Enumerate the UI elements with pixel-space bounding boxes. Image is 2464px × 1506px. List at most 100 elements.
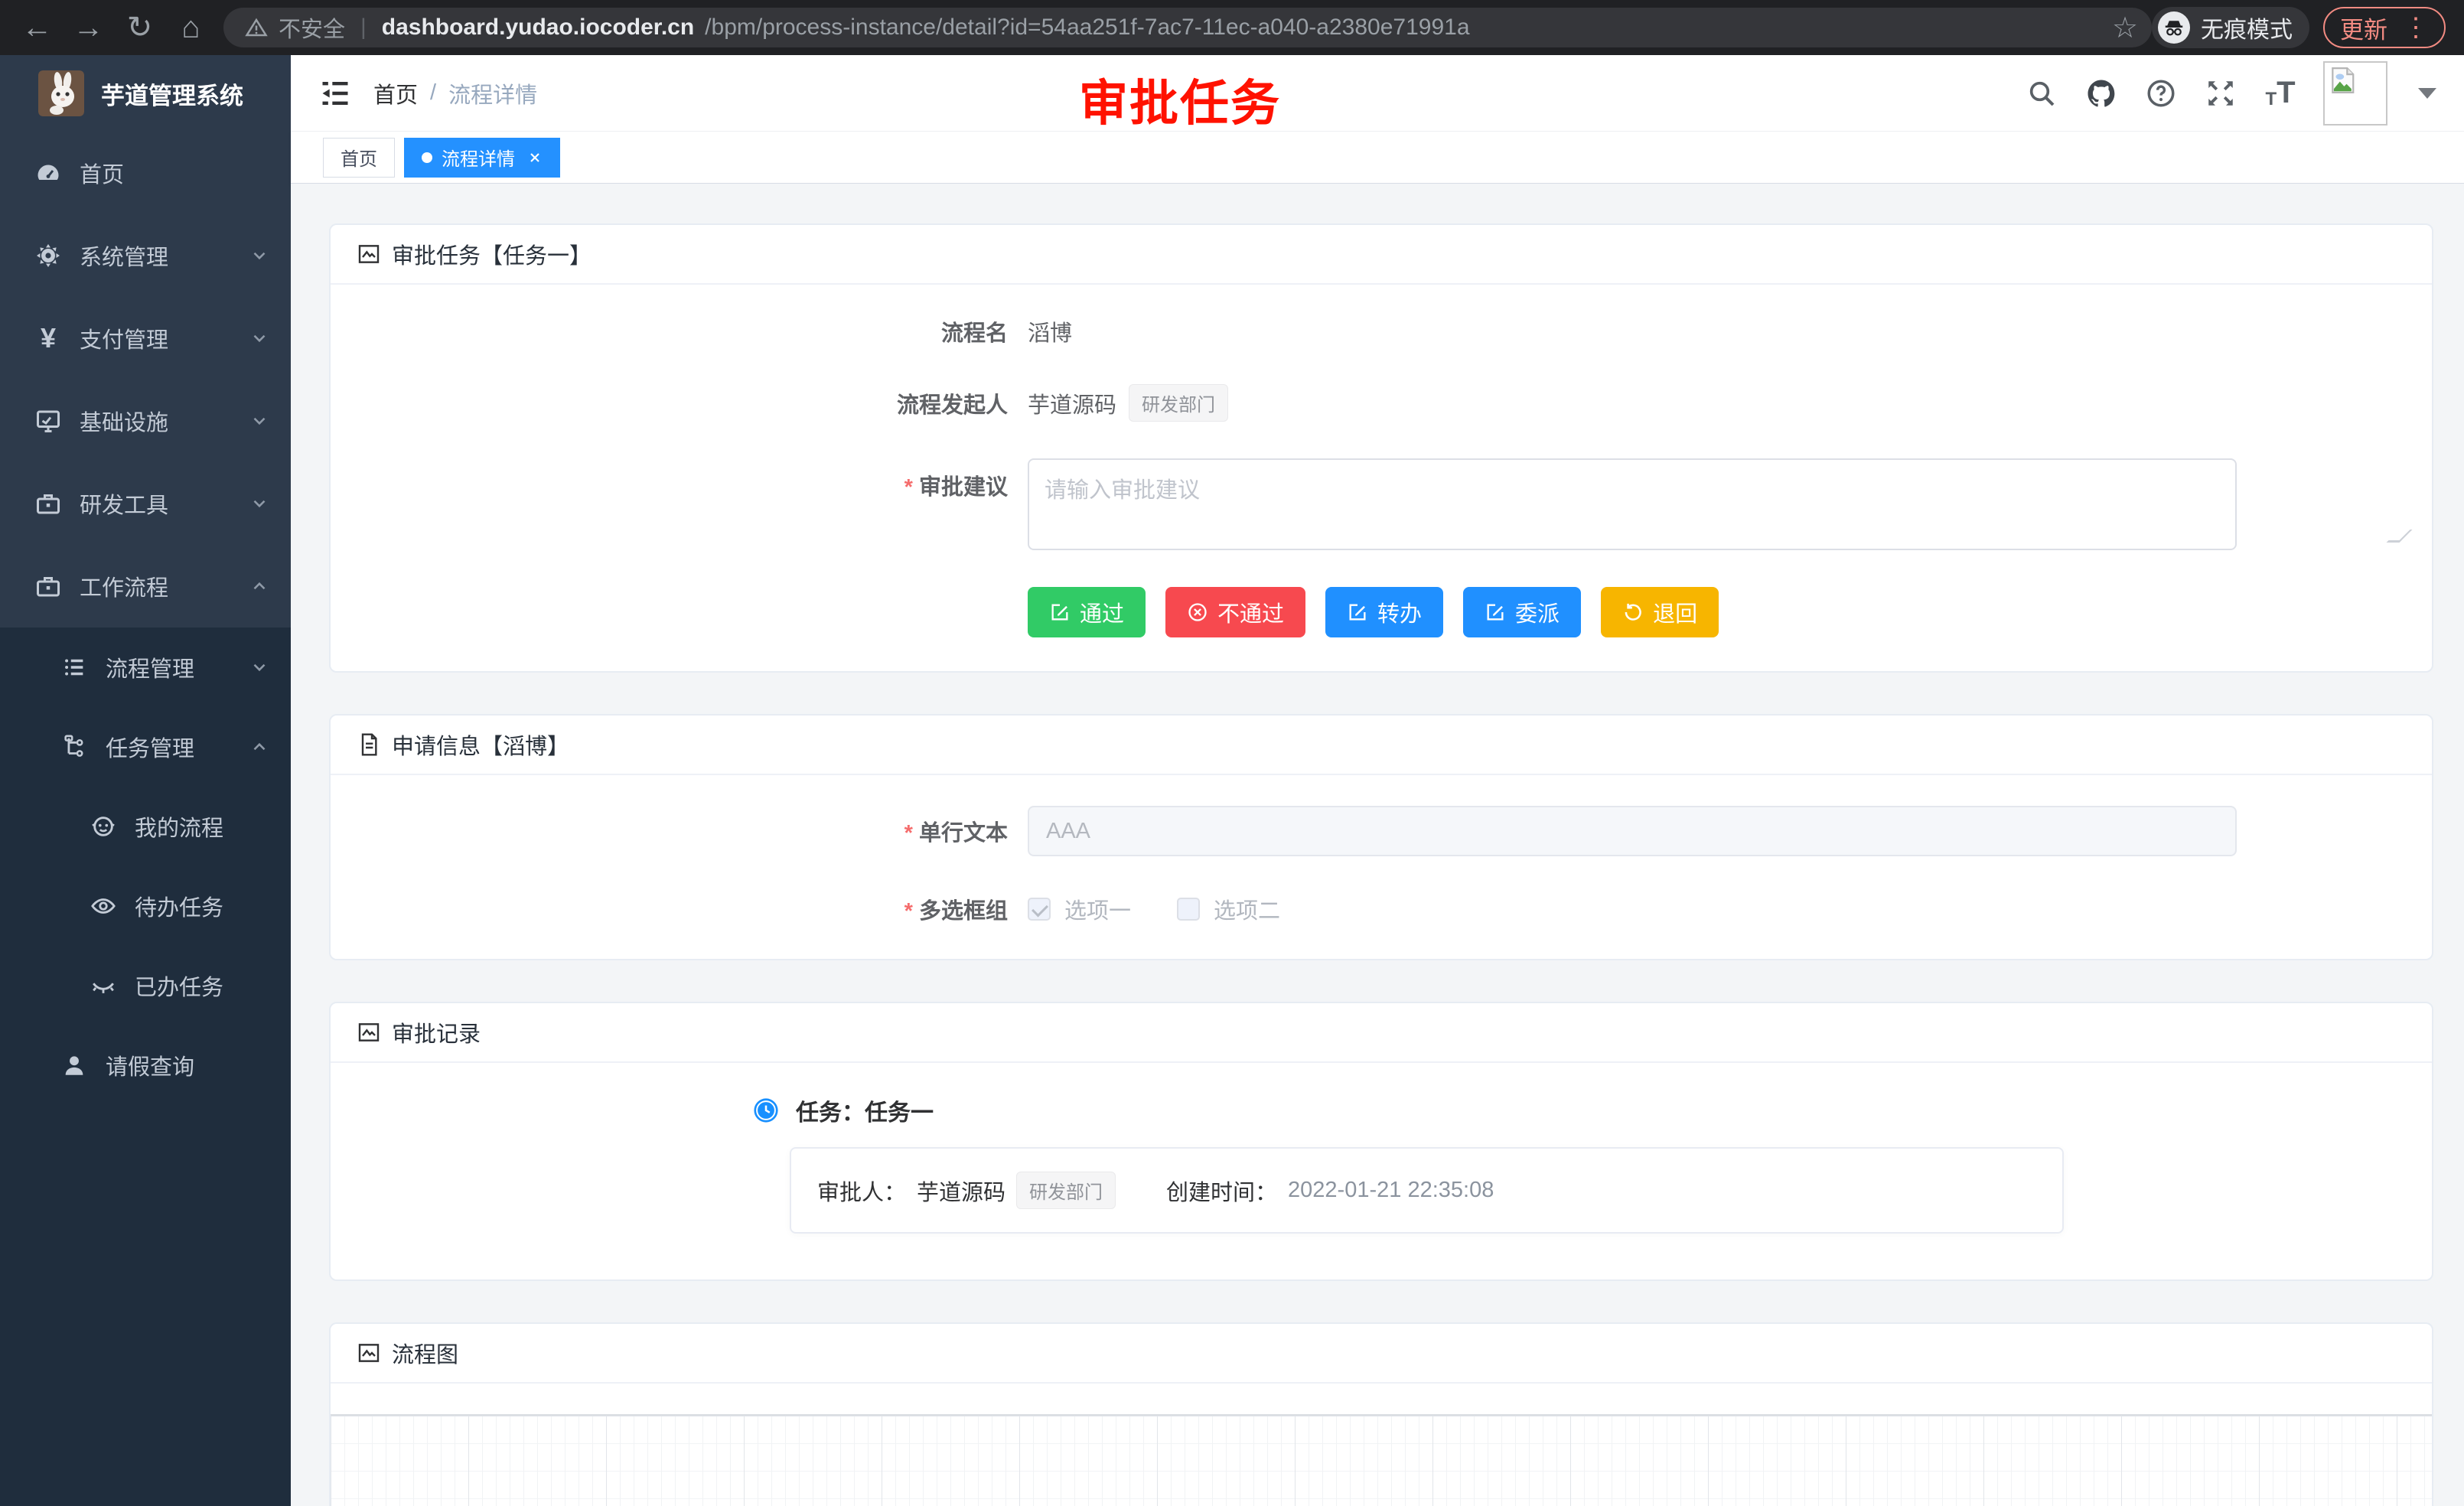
- fullscreen-icon[interactable]: [2204, 77, 2237, 110]
- github-icon[interactable]: [2084, 77, 2118, 110]
- address-bar[interactable]: 不安全 | dashboard.yudao.iocoder.cn/bpm/pro…: [223, 8, 2152, 47]
- chevron-down-icon: [249, 246, 269, 266]
- sidebar-item-label: 支付管理: [80, 322, 233, 354]
- sidebar-item-home[interactable]: 首页: [0, 132, 291, 214]
- edit-icon: [1485, 601, 1506, 623]
- collapse-sidebar-icon[interactable]: [318, 77, 352, 110]
- suggest-label: 审批建议: [331, 458, 1008, 501]
- reject-button[interactable]: 不通过: [1165, 587, 1305, 637]
- suggest-textarea[interactable]: [1028, 458, 2237, 550]
- button-label: 委派: [1515, 596, 1560, 628]
- bpmn-canvas-grid[interactable]: [331, 1414, 2432, 1506]
- refresh-left-icon: [1622, 601, 1644, 623]
- gear-icon: [34, 241, 63, 270]
- back-icon[interactable]: ←: [18, 6, 56, 49]
- return-button[interactable]: 退回: [1601, 587, 1719, 637]
- document-icon: [357, 732, 381, 757]
- process-name-label: 流程名: [331, 315, 1008, 347]
- process-name-row: 流程名 滔博: [331, 315, 2432, 347]
- sidebar-item-leave-query[interactable]: 请假查询: [0, 1025, 291, 1105]
- toolbox-icon: [34, 489, 63, 518]
- update-button[interactable]: 更新 ⋮: [2323, 7, 2446, 48]
- reload-icon[interactable]: ↻: [121, 6, 158, 49]
- checkbox-option-2[interactable]: 选项二: [1177, 893, 1280, 925]
- checkbox-unchecked-icon: [1177, 898, 1200, 921]
- checkbox-label: 选项一: [1064, 893, 1131, 925]
- card-title: 审批任务【任务一】: [392, 238, 592, 270]
- process-name-value: 滔博: [1028, 315, 1072, 347]
- approver-label: 审批人：: [817, 1175, 906, 1207]
- sidebar-item-devtools[interactable]: 研发工具: [0, 462, 291, 545]
- broken-image-icon: [2328, 66, 2357, 95]
- tab-process-detail[interactable]: 流程详情: [404, 138, 560, 178]
- sidebar-item-infra[interactable]: 基础设施: [0, 380, 291, 462]
- breadcrumb: 首页 / 流程详情: [373, 77, 537, 109]
- card-title: 审批记录: [392, 1016, 481, 1048]
- transfer-button[interactable]: 转办: [1325, 587, 1443, 637]
- sidebar-item-todo-tasks[interactable]: 待办任务: [0, 866, 291, 946]
- apply-info-card: 申请信息【滔博】 单行文本 多选框组 选项一: [329, 714, 2433, 960]
- initiator-row: 流程发起人 芋道源码 研发部门: [331, 384, 2432, 422]
- sidebar-item-label: 首页: [80, 157, 269, 189]
- single-text-label: 单行文本: [331, 815, 1008, 847]
- breadcrumb-home[interactable]: 首页: [373, 77, 418, 109]
- checkbox-label: 选项二: [1214, 893, 1280, 925]
- search-icon[interactable]: [2025, 77, 2058, 110]
- single-text-row: 单行文本: [331, 806, 2432, 856]
- approve-button[interactable]: 通过: [1028, 587, 1146, 637]
- security-label: 不安全: [279, 11, 345, 44]
- font-size-icon[interactable]: TT: [2264, 77, 2297, 110]
- tab-label: 首页: [341, 144, 377, 171]
- forward-icon[interactable]: →: [70, 6, 107, 49]
- checkbox-group-label: 多选框组: [331, 893, 1008, 925]
- sidebar-item-label: 请假查询: [106, 1049, 269, 1081]
- approve-timeline: 任务：任务一 审批人： 芋道源码 研发部门 创建时间： 2022-01-21 2…: [331, 1094, 2432, 1234]
- action-buttons: 通过 不通过 转办 委派: [331, 587, 2432, 637]
- sidebar-item-process-mgmt[interactable]: 流程管理: [0, 628, 291, 707]
- app-title: 芋道管理系统: [101, 77, 243, 111]
- sidebar-item-label: 任务管理: [106, 731, 233, 763]
- delegate-button[interactable]: 委派: [1463, 587, 1581, 637]
- url-path: /bpm/process-instance/detail?id=54aa251f…: [705, 15, 1469, 41]
- browser-chrome: ← → ↻ ⌂ 不安全 | dashboard.yudao.iocoder.cn…: [0, 0, 2464, 55]
- single-text-input[interactable]: [1028, 806, 2237, 856]
- tab-label: 流程详情: [442, 144, 515, 171]
- sidebar-item-system[interactable]: 系统管理: [0, 214, 291, 297]
- card-header: 审批记录: [331, 1003, 2432, 1063]
- checkbox-option-1[interactable]: 选项一: [1028, 893, 1131, 925]
- bookmark-star-icon[interactable]: ☆: [2112, 11, 2138, 45]
- chevron-up-icon: [249, 737, 269, 757]
- help-icon[interactable]: [2144, 77, 2178, 110]
- tab-active-dot: [422, 152, 432, 163]
- update-label: 更新: [2340, 11, 2387, 45]
- sidebar-item-payment[interactable]: ¥ 支付管理: [0, 297, 291, 380]
- sidebar-item-done-tasks[interactable]: 已办任务: [0, 946, 291, 1025]
- chevron-down-icon: [249, 328, 269, 348]
- sidebar-item-label: 研发工具: [80, 487, 233, 520]
- timeline-task-title: 任务：任务一: [796, 1094, 934, 1127]
- menu-dots-icon[interactable]: ⋮: [2403, 20, 2429, 35]
- workflow-submenu: 流程管理 任务管理 我的流程 待办任务: [0, 628, 291, 1506]
- tab-home[interactable]: 首页: [323, 138, 395, 178]
- checkbox-checked-icon: [1028, 898, 1051, 921]
- sidebar-item-label: 工作流程: [80, 570, 233, 602]
- sidebar-item-task-mgmt[interactable]: 任务管理: [0, 707, 291, 787]
- flow-tree-icon: [60, 732, 89, 761]
- user-menu-caret-icon[interactable]: [2418, 88, 2436, 99]
- home-icon[interactable]: ⌂: [172, 6, 210, 49]
- breadcrumb-separator: /: [430, 80, 436, 106]
- checkbox-group-row: 多选框组 选项一 选项二: [331, 893, 2432, 925]
- approve-record-card: 审批记录 任务：任务一 审批人： 芋道源码 研发部门: [329, 1002, 2433, 1281]
- initiator-value: 芋道源码: [1028, 387, 1116, 419]
- eye-open-icon: [89, 892, 118, 921]
- sidebar-item-workflow[interactable]: 工作流程: [0, 545, 291, 628]
- picture-icon: [357, 1341, 381, 1365]
- tab-close-icon[interactable]: [527, 150, 543, 165]
- sidebar-item-my-process[interactable]: 我的流程: [0, 787, 291, 866]
- timeline-detail-box: 审批人： 芋道源码 研发部门 创建时间： 2022-01-21 22:35:08: [790, 1147, 2064, 1234]
- tags-view-bar: 首页 流程详情: [291, 132, 2464, 184]
- avatar[interactable]: [2323, 61, 2387, 126]
- app-logo-rabbit: [38, 70, 84, 116]
- sidebar-logo-row[interactable]: 芋道管理系统: [0, 55, 291, 132]
- list-tree-icon: [60, 653, 89, 682]
